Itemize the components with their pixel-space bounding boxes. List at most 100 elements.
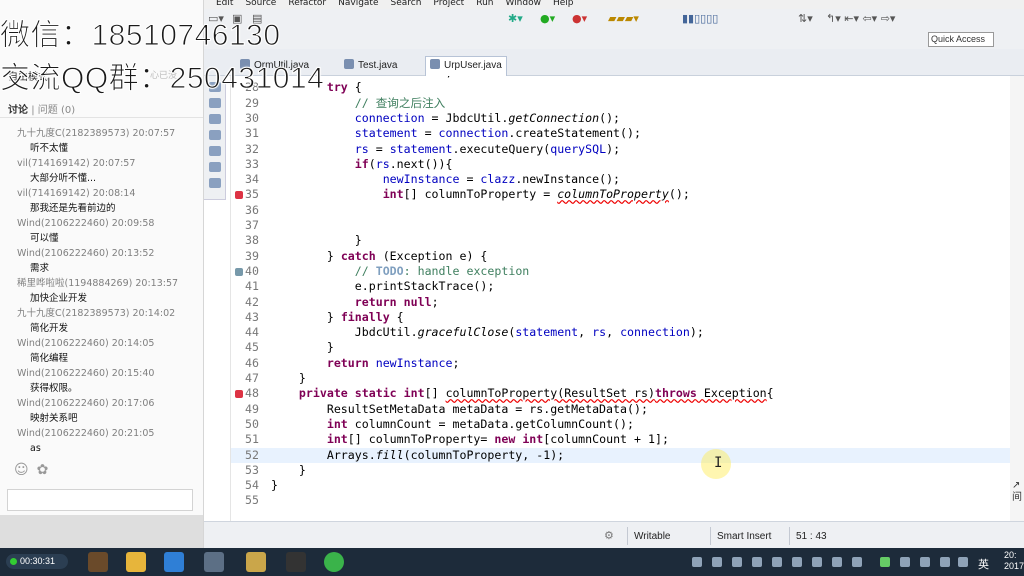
code-line[interactable]: 38 } <box>231 233 1024 248</box>
code-line[interactable]: 42 return null; <box>231 295 1024 310</box>
tray-icon-3[interactable] <box>732 557 742 567</box>
chat-tray-icon[interactable] <box>958 557 968 567</box>
code-line[interactable]: 32 rs = statement.executeQuery(querySQL)… <box>231 142 1024 157</box>
line-number: 52 <box>245 447 259 462</box>
external-tools-icon[interactable]: ●▾ <box>572 12 587 26</box>
outline-icon[interactable] <box>209 114 221 124</box>
code-line[interactable]: 51 int[] columnToProperty= new int[colum… <box>231 432 1024 447</box>
code-line[interactable]: 55 <box>231 493 1024 508</box>
annotation-nav-icon[interactable]: ⇅▾ <box>798 12 813 26</box>
code-text: if(rs.next()){ <box>354 156 453 171</box>
code-line[interactable]: 29 // 查询之后注入 <box>231 96 1024 111</box>
tasks-icon[interactable] <box>209 162 221 172</box>
tab-urpuser[interactable]: UrpUser.java <box>425 56 507 76</box>
code-line[interactable]: 48 private static int[] columnToProperty… <box>231 386 1024 401</box>
code-line[interactable]: 37 <box>231 218 1024 233</box>
editor-tab-bar <box>204 49 1024 76</box>
code-line[interactable]: 39 } catch (Exception e) { <box>231 249 1024 264</box>
menu-item-help[interactable]: Help <box>553 0 574 8</box>
chat-input[interactable] <box>7 489 193 511</box>
network-icon[interactable] <box>900 557 910 567</box>
tab-test[interactable]: Test.java <box>344 57 397 75</box>
code-line[interactable]: 49 ResultSetMetaData metaData = rs.getMe… <box>231 402 1024 417</box>
line-number: 34 <box>245 172 259 187</box>
code-line[interactable]: 36 <box>231 203 1024 218</box>
code-text: } catch (Exception e) { <box>271 248 488 263</box>
browser-icon[interactable] <box>204 552 224 572</box>
task-marker-icon[interactable] <box>235 267 243 276</box>
tray-icon-8[interactable] <box>832 557 842 567</box>
code-line[interactable]: 41 e.printStackTrace(); <box>231 279 1024 294</box>
player-icon[interactable] <box>286 552 306 572</box>
tray-icon-2[interactable] <box>712 557 722 567</box>
clock[interactable]: 20:2017/ <box>1004 550 1024 572</box>
tray-icon-7[interactable] <box>812 557 822 567</box>
menu-item-navigate[interactable]: Navigate <box>338 0 378 8</box>
app-icon[interactable] <box>164 552 184 572</box>
code-line[interactable]: 30 connection = JbdcUtil.getConnection()… <box>231 111 1024 126</box>
toggle-icon[interactable]: ▮▮▯▯▯▯ <box>682 12 718 26</box>
menu-item-run[interactable]: Run <box>476 0 493 8</box>
wifi-icon[interactable] <box>920 557 930 567</box>
folder-icon[interactable] <box>126 552 146 572</box>
side-glyph: ↗ 间 <box>1012 480 1022 503</box>
error-marker-icon[interactable] <box>235 390 243 399</box>
tab-discuss[interactable]: 讨论 <box>8 105 28 116</box>
eclipse-icon[interactable] <box>88 552 108 572</box>
menu-item-project[interactable]: Project <box>433 0 464 8</box>
open-type-icon[interactable]: ▰▰▰▾ <box>608 12 639 26</box>
code-line[interactable]: 40 // TODO: handle exception <box>231 264 1024 279</box>
vertical-scrollbar[interactable] <box>1010 76 1024 521</box>
code-line[interactable]: 44 JbdcUtil.gracefulClose(statement, rs,… <box>231 325 1024 340</box>
tray-icon-6[interactable] <box>792 557 802 567</box>
last-edit-icon[interactable]: ↰▾ ⇤▾ ⇦▾ ⇨▾ <box>826 12 895 26</box>
tray-icon-4[interactable] <box>752 557 762 567</box>
tray-icon-9[interactable] <box>852 557 862 567</box>
code-line[interactable]: 34 newInstance = clazz.newInstance(); <box>231 172 1024 187</box>
tray-icon-5[interactable] <box>772 557 782 567</box>
volume-icon[interactable] <box>940 557 950 567</box>
code-line[interactable]: 28 try { <box>231 80 1024 95</box>
code-line[interactable]: 45 } <box>231 340 1024 355</box>
navicat-icon[interactable] <box>246 552 266 572</box>
emoji-icon[interactable]: ☺ <box>14 462 37 478</box>
debug-icon[interactable]: ✱▾ <box>508 12 523 26</box>
line-number: 31 <box>245 126 259 141</box>
run-icon[interactable]: ●▾ <box>540 12 555 26</box>
recorder-timer[interactable]: 00:30:31 <box>6 554 68 569</box>
line-number: 29 <box>245 95 259 110</box>
code-line[interactable]: 31 statement = connection.createStatemen… <box>231 126 1024 141</box>
menu-item-refactor[interactable]: Refactor <box>288 0 326 8</box>
menu-item-source[interactable]: Source <box>245 0 276 8</box>
chat-message: Wind(2106222460) 20:17:06 映射关系吧 <box>0 396 203 426</box>
code-editor[interactable]: 27 ResultSet rs=null;28 try {29 // 查询之后注… <box>230 76 1024 521</box>
wechat-icon[interactable] <box>324 552 344 572</box>
search-view-icon[interactable] <box>209 178 221 188</box>
error-marker-icon[interactable] <box>235 191 243 200</box>
quick-access-input[interactable]: Quick Access <box>928 32 994 47</box>
chat-message: vil(714169142) 20:08:14 那我还是先看前边的 <box>0 186 203 216</box>
code-line[interactable]: 50 int columnCount = metaData.getColumnC… <box>231 417 1024 432</box>
line-number: 43 <box>245 309 259 324</box>
tab-question[interactable]: 问题 <box>38 105 58 116</box>
menu-item-search[interactable]: Search <box>391 0 422 8</box>
battery-icon[interactable] <box>880 557 890 567</box>
message-list: 九十九度C(2182389573) 20:07:57 听不太懂 vil(714169… <box>0 126 203 456</box>
menu-item-edit[interactable]: Edit <box>216 0 233 8</box>
hierarchy-icon[interactable] <box>209 98 221 108</box>
code-text: statement = connection.createStatement()… <box>354 126 641 141</box>
settings-icon[interactable]: ✿ <box>37 462 57 478</box>
code-line[interactable]: 54} <box>231 478 1024 493</box>
tray-icon-1[interactable] <box>692 557 702 567</box>
console-icon[interactable] <box>209 130 221 140</box>
code-line[interactable]: 35 int[] columnToProperty = columnToProp… <box>231 187 1024 202</box>
code-line[interactable]: 33 if(rs.next()){ <box>231 157 1024 172</box>
menu-item-window[interactable]: Window <box>505 0 541 8</box>
code-line[interactable]: 53 } <box>231 463 1024 478</box>
code-line[interactable]: 43 } finally { <box>231 310 1024 325</box>
code-line[interactable]: 47 } <box>231 371 1024 386</box>
input-language[interactable]: 英 <box>978 556 989 572</box>
code-line[interactable]: 46 return newInstance; <box>231 356 1024 371</box>
code-line[interactable]: 52 Arrays.fill(columnToProperty, -1); <box>231 447 1024 463</box>
problems-icon[interactable] <box>209 146 221 156</box>
